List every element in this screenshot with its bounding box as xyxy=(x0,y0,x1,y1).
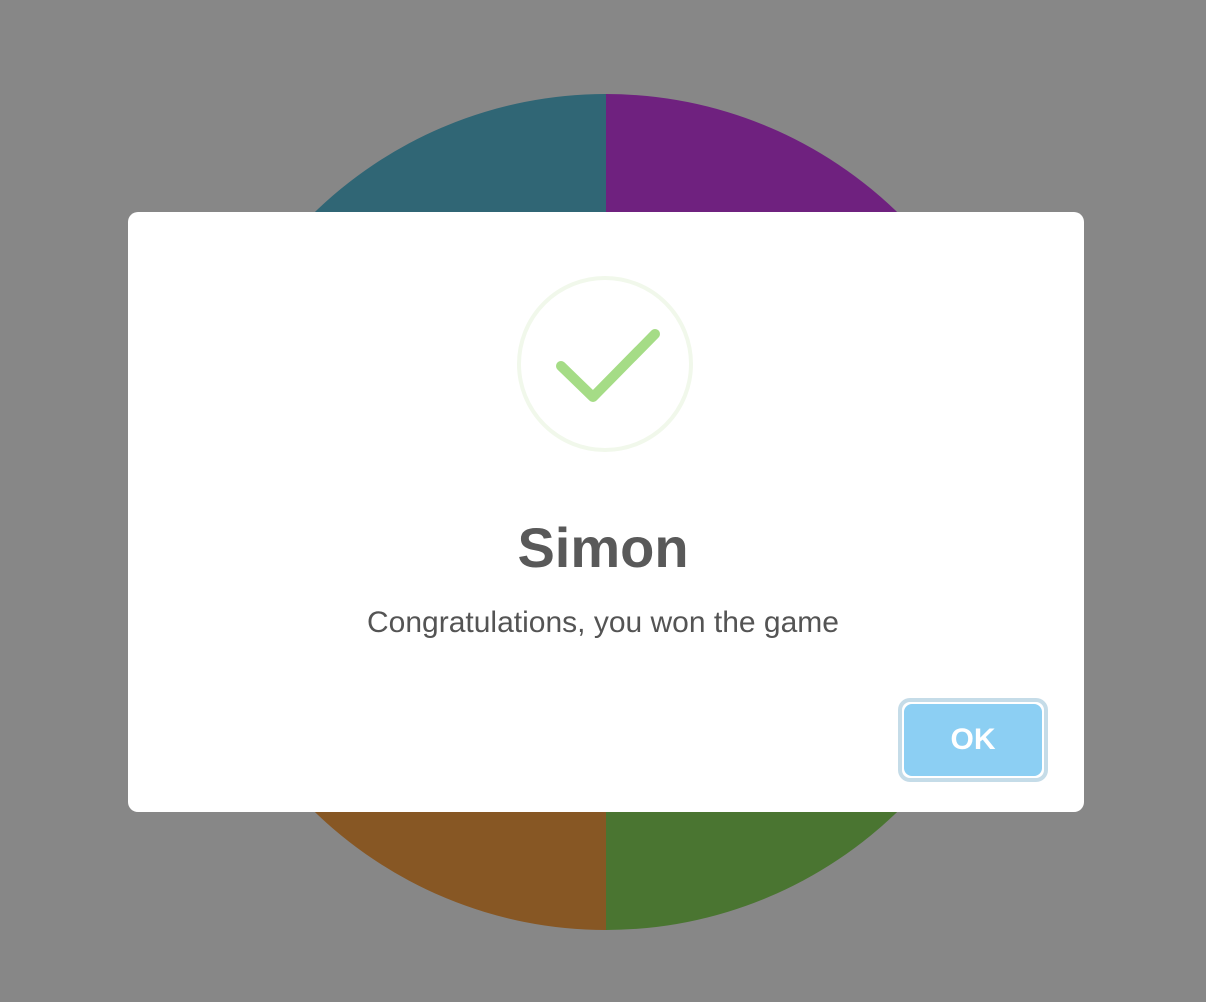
ok-button[interactable]: OK xyxy=(904,704,1042,776)
success-check-icon xyxy=(517,276,693,452)
dialog-message: Congratulations, you won the game xyxy=(367,606,839,639)
dialog-title: Simon xyxy=(517,516,689,579)
